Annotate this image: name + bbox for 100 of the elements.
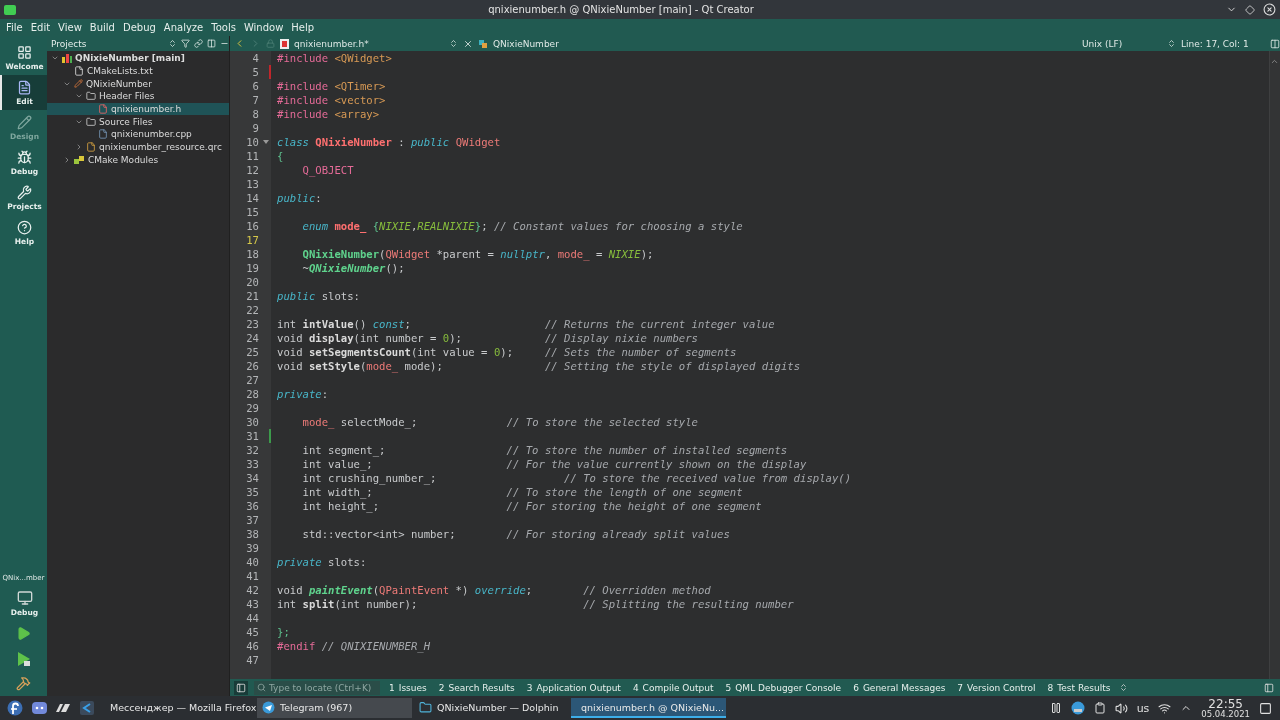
maximize-button[interactable] [1245, 4, 1255, 15]
code-line: int value_; // For the value currently shown on the display [301, 457, 807, 471]
scroll-up-icon[interactable] [1270, 57, 1279, 66]
menu-item[interactable]: Tools [207, 22, 240, 33]
menu-item[interactable]: Help [287, 22, 319, 33]
code-line: QNixieNumber(QWidget *parent = nullptr, mode_ = NIXIE); [301, 247, 654, 261]
code-line: }; [277, 625, 290, 639]
line-number: 9 [252, 122, 259, 134]
code-editor-icon[interactable] [80, 701, 94, 715]
build-button[interactable] [16, 676, 31, 691]
output-tab[interactable]: 7 Version Control [954, 682, 1039, 693]
tree-item[interactable]: qnixienumber.cpp [47, 128, 229, 141]
menu-item[interactable]: Edit [26, 22, 55, 33]
line-number: 41 [246, 570, 259, 582]
run-button[interactable] [16, 626, 31, 641]
folder-icon [86, 116, 96, 127]
output-tab[interactable]: 8 Test Results [1044, 682, 1114, 693]
tree-item[interactable]: qnixienumber.h [47, 102, 229, 116]
line-number: 27 [246, 374, 259, 386]
menu-item[interactable]: File [2, 22, 27, 33]
locate-field[interactable]: Type to locate (Ctrl+K) [254, 680, 380, 695]
split-icon[interactable] [207, 39, 216, 48]
stripes-icon[interactable] [55, 703, 71, 713]
volume-icon[interactable] [1114, 701, 1128, 715]
tree-item[interactable]: CMake Modules [47, 153, 229, 167]
clipboard-icon[interactable] [1093, 702, 1106, 714]
updown-icon[interactable] [168, 39, 177, 48]
sidebar-toggle[interactable] [234, 680, 248, 695]
close-button[interactable] [1263, 3, 1276, 16]
output-tab[interactable]: 2 Search Results [435, 682, 518, 693]
wifi-icon[interactable] [1158, 701, 1172, 715]
menu-item[interactable]: Analyze [159, 22, 208, 33]
menu-item[interactable]: View [54, 22, 86, 33]
menu-item[interactable]: Window [239, 22, 288, 33]
disc-icon[interactable] [1070, 701, 1085, 715]
output-tab[interactable]: 3 Application Output [523, 682, 624, 693]
updown-icon[interactable] [449, 39, 458, 48]
line-number: 25 [246, 346, 259, 358]
line-ending-selector[interactable]: Unix (LF) [1082, 38, 1162, 49]
file-tab[interactable]: qnixienumber.h* [294, 38, 444, 49]
tree-item[interactable]: qnixienumber_resource.qrc [47, 140, 229, 154]
output-tab[interactable]: 5 QML Debugger Console [722, 682, 845, 693]
output-tab[interactable]: 1 Issues [386, 682, 430, 693]
fold-icon[interactable] [263, 140, 269, 144]
updown-icon[interactable] [1119, 683, 1129, 692]
tree-item[interactable]: Header Files [47, 90, 229, 103]
taskbar-task[interactable]: Telegram (967) [257, 698, 412, 718]
line-number: 20 [246, 276, 259, 288]
output-tab[interactable]: 6 General Messages [850, 682, 949, 693]
symbol-selector[interactable]: QNixieNumber [493, 38, 559, 49]
line-number: 19 [246, 262, 259, 274]
tree-item[interactable]: CMakeLists.txt [47, 64, 229, 78]
menu-item[interactable]: Debug [118, 22, 160, 33]
close-icon[interactable] [463, 38, 473, 49]
line-number: 24 [246, 332, 259, 344]
pause-icon[interactable] [1049, 702, 1062, 714]
app-icon [4, 4, 16, 15]
tree-item[interactable]: QNixieNumber [main] [47, 52, 229, 65]
taskbar-task[interactable]: Мессенджер — Mozilla Firefox [100, 698, 255, 718]
filter-icon[interactable] [181, 39, 190, 48]
code-line: private slots: [277, 555, 367, 569]
code-line: private: [277, 387, 329, 401]
line-number: 32 [246, 444, 259, 456]
line-number: 39 [246, 542, 259, 554]
updown-icon[interactable] [1167, 39, 1176, 48]
fedora-logo-icon[interactable] [7, 700, 23, 716]
code-line: mode_ selectMode_; // To store the selected style [301, 415, 698, 429]
line-number: 37 [246, 514, 259, 526]
keyboard-layout[interactable]: us [1136, 701, 1150, 715]
code-line: int crushing_number_; // To store the received value from display() [301, 471, 852, 485]
line-number: 34 [246, 472, 259, 484]
line-number: 47 [246, 654, 259, 666]
code-line: std::vector<int> number; // For storing already split values [301, 527, 730, 541]
tree-item[interactable]: QNixieNumber [47, 77, 229, 91]
line-number: 16 [246, 220, 259, 232]
file-icon [86, 142, 96, 153]
line-number: 12 [246, 164, 259, 176]
code-line: void setSegmentsCount(int value = 0); // Sets the number of segments [277, 345, 737, 359]
line-number: 10 [246, 136, 259, 148]
split-icon[interactable] [1270, 38, 1280, 49]
link-icon[interactable] [194, 39, 203, 48]
line-number: 31 [246, 430, 259, 442]
code-line: void setStyle(mode_ mode); // Setting the style of displayed digits [277, 359, 801, 373]
taskbar-task[interactable]: QNixieNumber — Dolphin [414, 698, 569, 718]
code-line: class QNixieNumber : public QWidget [277, 135, 501, 149]
code-line: int width_; // To store the length of one segment [301, 485, 743, 499]
tree-item[interactable]: Source Files [47, 115, 229, 129]
panel-icon[interactable] [1264, 682, 1274, 693]
grid-icon [17, 44, 32, 60]
game-pad-icon[interactable] [31, 702, 47, 714]
output-tab[interactable]: 4 Compile Output [629, 682, 717, 693]
code-line: enum mode_ {NIXIE,REALNIXIE}; // Constant values for choosing a style [301, 219, 743, 233]
line-number: 13 [246, 178, 259, 190]
debug-run-button[interactable] [15, 650, 32, 667]
line-number: 40 [246, 556, 259, 568]
clock[interactable]: 22:55 05.04.2021 [1201, 697, 1250, 719]
menu-item[interactable]: Build [85, 22, 119, 33]
show-desktop-icon[interactable] [1259, 701, 1272, 715]
taskbar-task[interactable]: qnixienumber.h @ QNixieNu... [571, 698, 726, 718]
code-line: #include <QWidget> [277, 51, 392, 65]
